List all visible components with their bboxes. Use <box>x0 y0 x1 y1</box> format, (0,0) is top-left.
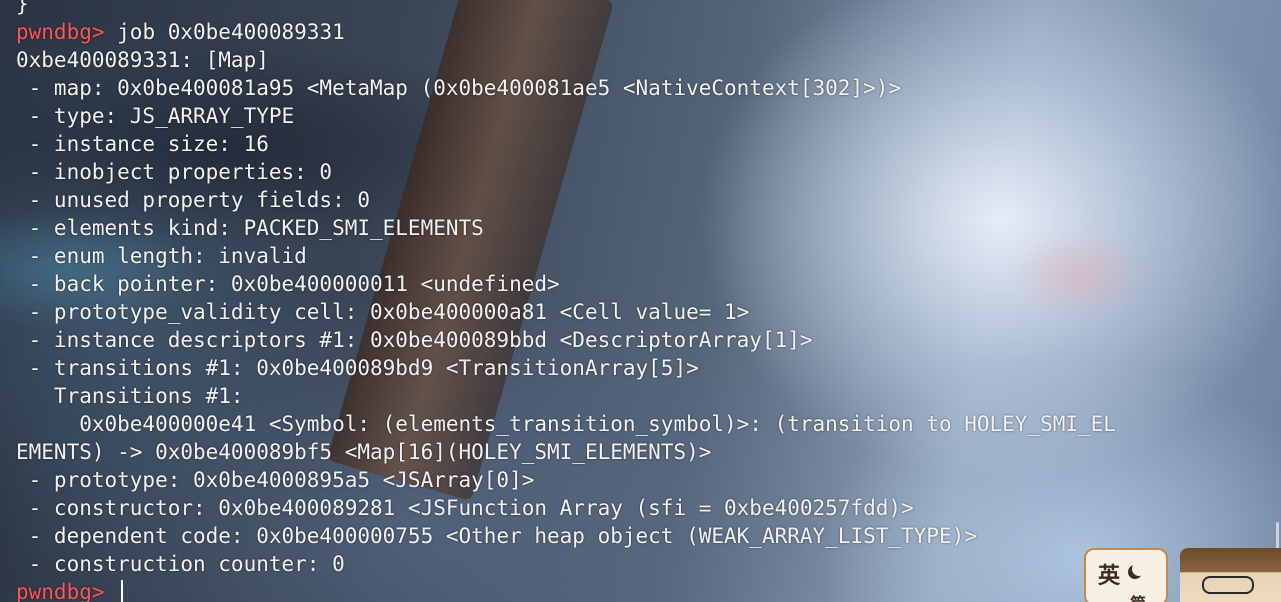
prompt-label: pwndbg> <box>16 580 105 602</box>
glasses-icon <box>1202 576 1254 594</box>
output-line: - unused property fields: 0 <box>16 188 371 212</box>
output-line: - instance descriptors #1: 0x0be400089bb… <box>16 328 813 352</box>
ime-indicator[interactable]: 英 简 <box>1084 548 1281 602</box>
prompt-line[interactable]: pwndbg> <box>16 578 1116 602</box>
avatar <box>1180 548 1281 602</box>
output-line: - transitions #1: 0x0be400089bd9 <Transi… <box>16 356 699 380</box>
output-line: - constructor: 0x0be400089281 <JSFunctio… <box>16 496 914 520</box>
output-line: - instance size: 16 <box>16 132 269 156</box>
output-line: - enum length: invalid <box>16 244 307 268</box>
command-text: job 0x0be400089331 <box>104 20 345 44</box>
terminal-window[interactable]: } pwndbg> job 0x0be400089331 0xbe400089331… <box>0 0 1281 602</box>
ime-panel[interactable]: 英 简 <box>1084 548 1168 602</box>
command-text <box>105 580 118 602</box>
output-line: EMENTS) -> 0x0be400089bf5 <Map[16](HOLEY… <box>16 440 712 464</box>
output-line: } <box>16 0 29 16</box>
output-line: - dependent code: 0x0be400000755 <Other … <box>16 524 977 548</box>
prompt-label: pwndbg> <box>16 20 105 44</box>
output-line: - prototype_validity cell: 0x0be400000a8… <box>16 300 750 324</box>
output-line: - prototype: 0x0be4000895a5 <JSArray[0]> <box>16 468 535 492</box>
output-line: - back pointer: 0x0be400000011 <undefine… <box>16 272 560 296</box>
terminal-output[interactable]: } pwndbg> job 0x0be400089331 0xbe400089331… <box>0 0 1116 602</box>
ime-language-label: 英 <box>1098 564 1121 589</box>
output-line: - map: 0x0be400081a95 <MetaMap (0x0be400… <box>16 76 902 100</box>
ime-mode-label: 简 <box>1130 590 1146 602</box>
text-cursor[interactable] <box>121 580 124 602</box>
prompt-line: pwndbg> job 0x0be400089331 <box>16 18 1116 46</box>
output-line: Transitions #1: <box>16 384 244 408</box>
output-line: 0x0be400000e41 <Symbol: (elements_transi… <box>16 412 1116 436</box>
output-line: 0xbe400089331: [Map] <box>16 48 269 72</box>
output-line: - inobject properties: 0 <box>16 160 333 184</box>
output-line: - elements kind: PACKED_SMI_ELEMENTS <box>16 216 484 240</box>
moon-icon <box>1132 562 1146 576</box>
output-line: - construction counter: 0 <box>16 552 345 576</box>
output-line: - type: JS_ARRAY_TYPE <box>16 104 295 128</box>
